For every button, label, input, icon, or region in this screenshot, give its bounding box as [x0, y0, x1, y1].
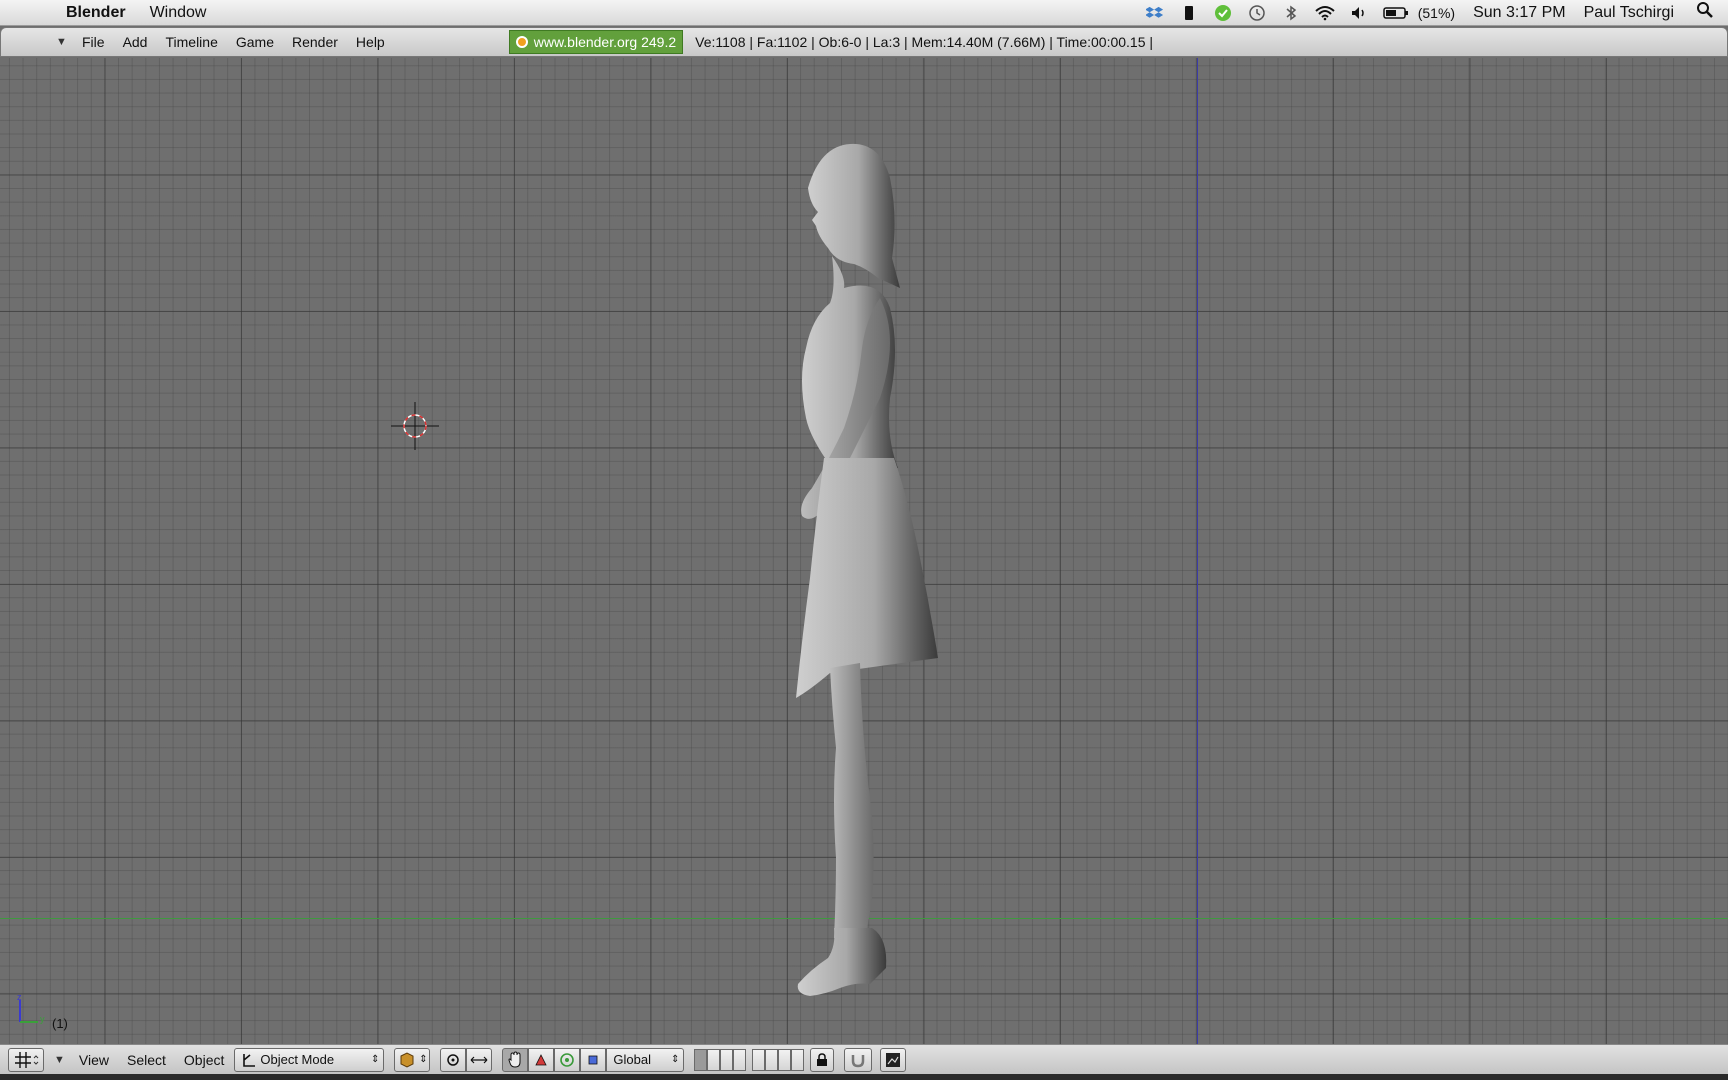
frame-number: (1)	[52, 1016, 68, 1031]
hand-manipulator-button[interactable]	[502, 1047, 529, 1072]
layers-row-1	[694, 1048, 747, 1071]
axis-label-y: y	[40, 1014, 45, 1024]
mode-label: Object Mode	[260, 1052, 335, 1067]
blender-version-button[interactable]: www.blender.org 249.2	[508, 30, 684, 54]
layer-button[interactable]	[778, 1048, 792, 1071]
manipulator-toggle[interactable]	[466, 1047, 493, 1072]
solid-shading-icon	[400, 1051, 414, 1068]
3d-cursor-icon[interactable]	[389, 400, 441, 452]
object-mode-icon	[243, 1053, 256, 1067]
scene-stats: Ve:1108 | Fa:1102 | Ob:6-0 | La:3 | Mem:…	[695, 34, 1154, 50]
menu-render[interactable]: Render	[292, 34, 338, 50]
menu-window[interactable]: Window	[150, 4, 207, 22]
lower-panel-edge	[0, 1074, 1728, 1080]
menu-game[interactable]: Game	[236, 34, 274, 50]
woman-mesh-model[interactable]	[740, 138, 970, 1044]
menu-select[interactable]: Select	[127, 1052, 166, 1068]
dropdown-arrows-icon: ⇕	[370, 1054, 380, 1065]
lock-icon	[817, 1052, 828, 1066]
menu-add[interactable]: Add	[123, 34, 148, 50]
hand-icon	[508, 1050, 521, 1068]
menu-view[interactable]: View	[79, 1052, 109, 1068]
orientation-label: Global	[613, 1052, 651, 1067]
layer-button[interactable]	[752, 1048, 766, 1071]
bluetooth-icon[interactable]	[1280, 4, 1302, 22]
square-icon	[588, 1055, 598, 1064]
shield-check-icon[interactable]	[1212, 4, 1234, 22]
rotate-circle-icon	[560, 1052, 575, 1067]
pivot-group	[440, 1047, 493, 1072]
battery-icon[interactable]	[1382, 4, 1410, 22]
view-axis-gizmo-icon: z y	[17, 992, 45, 1024]
transform-arrows-icon	[470, 1056, 488, 1063]
z-axis-line	[1197, 58, 1198, 1044]
pivot-point-button[interactable]	[440, 1047, 467, 1072]
usb-icon[interactable]	[1178, 4, 1200, 22]
lock-layers-button[interactable]	[810, 1047, 835, 1072]
mac-menu-bar: Blender Window (51%) Sun 3:17 PM Paul Ts…	[0, 0, 1728, 26]
menu-file[interactable]: File	[82, 34, 105, 50]
app-menu-blender[interactable]: Blender	[66, 4, 126, 22]
layers-row-2	[752, 1048, 805, 1071]
editor-type-button[interactable]	[8, 1047, 44, 1072]
transform-orientation-select[interactable]: Global ⇕	[606, 1047, 685, 1072]
dropbox-icon[interactable]	[1144, 4, 1166, 22]
layer-button[interactable]	[707, 1048, 721, 1071]
blender-info-header: ▼ File Add Timeline Game Render Help www…	[0, 27, 1728, 57]
3d-viewport[interactable]: z y (1)	[0, 58, 1728, 1044]
menu-help[interactable]: Help	[356, 34, 385, 50]
header-collapse-triangle-icon[interactable]: ▼	[54, 1054, 65, 1066]
translate-manipulator-button[interactable]	[528, 1047, 555, 1072]
snap-button[interactable]	[844, 1047, 873, 1072]
render-icon	[886, 1052, 901, 1067]
layer-button[interactable]	[733, 1048, 747, 1071]
blender-logo-icon	[515, 36, 528, 48]
user-menu[interactable]: Paul Tschirgi	[1584, 4, 1674, 22]
wifi-icon[interactable]	[1314, 4, 1336, 22]
mode-select[interactable]: Object Mode ⇕	[234, 1047, 385, 1072]
manipulator-group: Global ⇕	[502, 1047, 685, 1072]
time-machine-icon[interactable]	[1246, 4, 1268, 22]
draw-type-button[interactable]: ⇕	[394, 1047, 431, 1072]
render-preview-button[interactable]	[880, 1047, 907, 1072]
status-area: (51%) Sun 3:17 PM Paul Tschirgi	[1138, 0, 1728, 26]
menu-object[interactable]: Object	[184, 1052, 224, 1068]
rotate-manipulator-button[interactable]	[554, 1047, 581, 1072]
magnet-icon	[852, 1054, 865, 1067]
grid-icon	[15, 1051, 39, 1068]
header-collapse-triangle-icon[interactable]: ▼	[56, 36, 70, 48]
dropdown-arrows-icon: ⇕	[670, 1054, 680, 1065]
spotlight-search-icon[interactable]	[1696, 1, 1714, 24]
layer-button[interactable]	[765, 1048, 779, 1071]
volume-icon[interactable]	[1348, 4, 1370, 22]
version-label: www.blender.org 249.2	[533, 34, 677, 50]
layer-button[interactable]	[694, 1048, 708, 1071]
triangle-icon	[535, 1053, 548, 1065]
layer-button[interactable]	[791, 1048, 805, 1071]
battery-percent: (51%)	[1417, 4, 1456, 21]
3d-view-header: ▼ View Select Object Object Mode ⇕ ⇕ Glo…	[0, 1044, 1728, 1074]
dropdown-arrows-icon: ⇕	[419, 1054, 428, 1065]
menu-clock[interactable]: Sun 3:17 PM	[1473, 4, 1566, 22]
scale-manipulator-button[interactable]	[580, 1047, 607, 1072]
axis-label-z: z	[17, 992, 22, 1002]
layer-button[interactable]	[720, 1048, 734, 1071]
pivot-icon	[447, 1053, 460, 1066]
menu-timeline[interactable]: Timeline	[165, 34, 217, 50]
